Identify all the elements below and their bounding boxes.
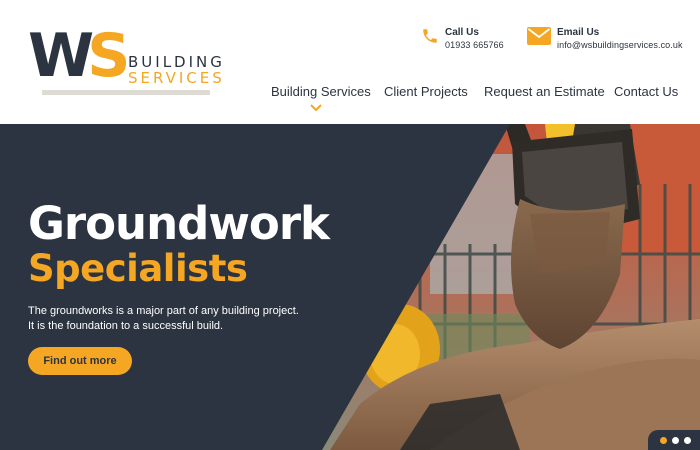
contact-call[interactable]: Call Us 01933 665766	[421, 27, 504, 52]
logo-mark: WS	[28, 26, 130, 86]
nav-item-client-projects[interactable]: Client Projects	[384, 84, 468, 100]
hero-description: The groundworks is a major part of any b…	[28, 304, 328, 334]
hero-description-line2: It is the foundation to a successful bui…	[28, 320, 224, 332]
contact-call-text: Call Us 01933 665766	[445, 27, 504, 52]
phone-number[interactable]: 01933 665766	[445, 39, 504, 52]
call-us-label: Call Us	[445, 27, 479, 38]
site-header: WS BUILDING SERVICES Call Us 01933 66576…	[0, 0, 700, 124]
chevron-down-icon	[310, 104, 322, 112]
envelope-icon	[527, 27, 551, 45]
hero-title-groundwork: Groundwork	[28, 197, 330, 250]
nav-item-request-estimate[interactable]: Request an Estimate	[484, 84, 605, 100]
logo-mark-s: S	[87, 21, 130, 91]
slider-dot-2[interactable]	[671, 436, 679, 444]
hero-banner: Groundwork Specialists The groundworks i…	[0, 124, 700, 450]
hero-title-specialists: Specialists	[28, 247, 248, 290]
main-nav: Building Services Client Projects Reques…	[0, 84, 700, 100]
nav-item-contact-us[interactable]: Contact Us	[614, 84, 678, 100]
phone-icon	[423, 29, 437, 43]
contact-email-text: Email Us info@wsbuildingservices.co.uk	[557, 27, 683, 52]
email-address[interactable]: info@wsbuildingservices.co.uk	[557, 39, 683, 52]
logo-text-building: BUILDING	[128, 53, 225, 71]
logo-mark-w: W	[28, 21, 94, 91]
find-out-more-button[interactable]: Find out more	[28, 347, 132, 375]
email-us-label: Email Us	[557, 27, 600, 38]
slider-pagination	[648, 430, 700, 450]
slider-dot-3[interactable]	[683, 436, 691, 444]
hero-description-line1: The groundworks is a major part of any b…	[28, 305, 299, 317]
nav-item-building-services[interactable]: Building Services	[271, 84, 371, 100]
slider-dot-1[interactable]	[659, 436, 667, 444]
contact-email[interactable]: Email Us info@wsbuildingservices.co.uk	[527, 27, 683, 52]
